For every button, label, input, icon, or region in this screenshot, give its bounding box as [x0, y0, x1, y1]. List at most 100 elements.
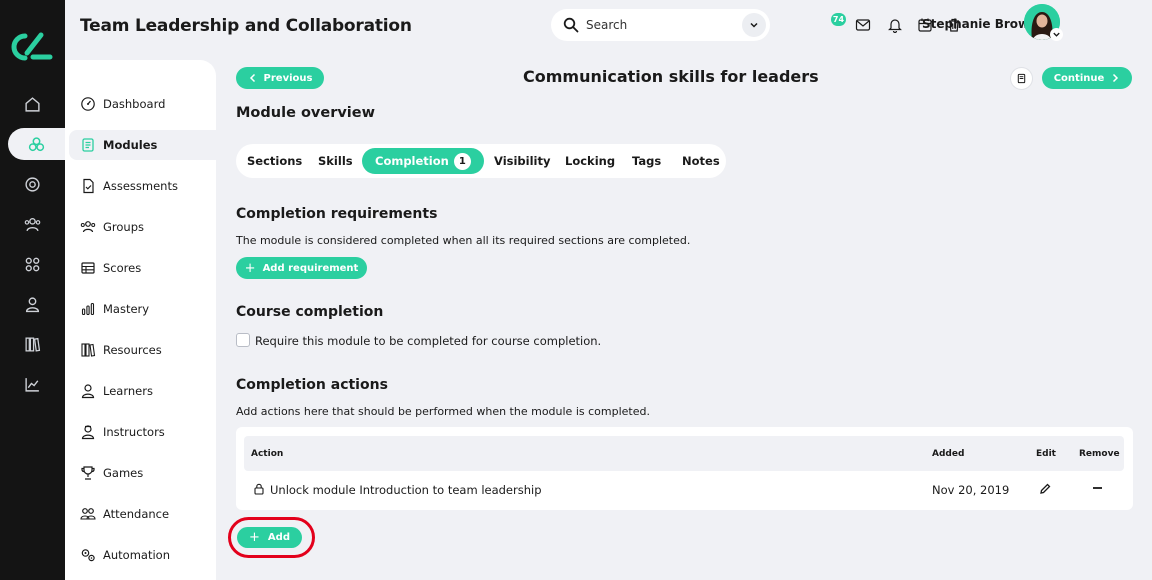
completion-requirements-description: The module is considered completed when … — [236, 234, 691, 247]
sidebar-item-resources[interactable]: Resources — [69, 335, 216, 365]
tab-locking[interactable]: Locking — [565, 154, 615, 168]
sidebar-item-label: Learners — [103, 384, 153, 398]
column-header-edit: Edit — [1036, 449, 1056, 459]
search-box[interactable]: Search — [551, 9, 770, 41]
sidebar-item-learners[interactable]: Learners — [69, 376, 216, 406]
attendance-icon — [80, 508, 96, 520]
pencil-icon[interactable] — [1039, 482, 1052, 495]
previous-button[interactable]: Previous — [236, 67, 324, 89]
rail-target-icon[interactable] — [0, 168, 65, 200]
search-input[interactable]: Search — [586, 18, 627, 32]
sidebar-item-label: Mastery — [103, 302, 150, 316]
sidebar-item-label: Assessments — [103, 179, 178, 193]
page-title: Communication skills for leaders — [523, 67, 819, 86]
tab-completion-label: Completion — [375, 154, 449, 168]
sidebar-item-label: Scores — [103, 261, 142, 275]
sidebar-item-label: Instructors — [103, 425, 165, 439]
book-icon[interactable] — [1010, 67, 1033, 90]
column-header-added: Added — [932, 449, 965, 459]
rail-courses-icon[interactable] — [8, 128, 65, 160]
column-header-remove: Remove — [1079, 449, 1120, 459]
tab-visibility[interactable]: Visibility — [494, 154, 550, 168]
tab-skills[interactable]: Skills — [318, 154, 353, 168]
rail-analytics-icon[interactable] — [0, 368, 65, 400]
dashboard-icon — [81, 97, 95, 111]
previous-label: Previous — [263, 72, 313, 84]
sidebar-item-label: Attendance — [103, 507, 170, 521]
tab-notes[interactable]: Notes — [682, 154, 720, 168]
tab-sections[interactable]: Sections — [247, 154, 302, 168]
sidebar-item-label: Groups — [103, 220, 145, 234]
tab-tags[interactable]: Tags — [632, 154, 661, 168]
column-header-action: Action — [251, 449, 284, 459]
sidebar-item-label: Automation — [103, 548, 170, 562]
sidebar-item-games[interactable]: Games — [69, 458, 216, 488]
games-icon — [81, 466, 95, 480]
course-completion-title: Course completion — [236, 304, 384, 320]
sidebar-item-mastery[interactable]: Mastery — [69, 294, 216, 324]
chevron-down-icon[interactable] — [742, 13, 766, 37]
add-action-button[interactable]: + Add — [237, 527, 302, 548]
tab-completion[interactable]: Completion 1 — [362, 148, 484, 174]
completion-requirements-title: Completion requirements — [236, 206, 438, 222]
chevron-right-icon — [1113, 73, 1119, 83]
instructors-icon — [81, 425, 95, 440]
search-icon — [563, 17, 579, 33]
completion-actions-table: Action Added Edit Remove Unlock module I… — [236, 427, 1133, 510]
modules-icon — [82, 138, 94, 152]
app-title: Team Leadership and Collaboration — [80, 16, 412, 36]
add-requirement-button[interactable]: + Add requirement — [236, 257, 367, 279]
automation-icon — [81, 549, 95, 562]
chevron-left-icon — [249, 73, 255, 83]
completion-actions-description: Add actions here that should be performe… — [236, 405, 650, 418]
sidebar-item-label: Dashboard — [103, 97, 166, 111]
notification-badge: 74 — [831, 13, 846, 26]
plus-icon: + — [249, 530, 260, 545]
sidebar-item-attendance[interactable]: Attendance — [69, 499, 216, 529]
icon-rail — [0, 0, 65, 580]
action-cell: Unlock module Introduction to team leade… — [270, 483, 542, 497]
sidebar-item-label: Modules — [103, 138, 158, 152]
rail-home-icon[interactable] — [0, 88, 65, 120]
added-date-cell: Nov 20, 2019 — [932, 483, 1010, 497]
learners-icon — [81, 384, 95, 399]
sidebar-item-label: Games — [103, 466, 144, 480]
continue-button[interactable]: Continue — [1042, 67, 1132, 89]
module-tabs: Sections Skills Completion 1 Visibility L… — [236, 144, 726, 178]
sidebar-item-assessments[interactable]: Assessments — [69, 171, 216, 201]
user-name[interactable]: Stephanie Brown — [922, 17, 1038, 31]
rail-user-icon[interactable] — [0, 288, 65, 320]
rail-grid-icon[interactable] — [0, 248, 65, 280]
sidebar-item-automation[interactable]: Automation — [69, 540, 216, 570]
chevron-down-icon[interactable] — [1050, 28, 1063, 41]
add-action-label: Add — [267, 532, 290, 543]
lock-icon — [254, 483, 264, 495]
scores-icon — [81, 262, 95, 274]
module-overview-title: Module overview — [236, 105, 375, 121]
sidebar: Dashboard Modules Assessments Groups Sco… — [65, 60, 216, 580]
sidebar-item-instructors[interactable]: Instructors — [69, 417, 216, 447]
minus-icon[interactable] — [1092, 484, 1103, 492]
groups-icon — [80, 221, 96, 233]
rail-people-icon[interactable] — [0, 208, 65, 240]
add-requirement-label: Add requirement — [262, 262, 359, 274]
completion-actions-title: Completion actions — [236, 377, 388, 393]
tab-count-badge: 1 — [453, 153, 471, 170]
rail-library-icon[interactable] — [0, 328, 65, 360]
app-logo-icon[interactable] — [11, 31, 53, 63]
plus-icon: + — [244, 260, 256, 276]
course-completion-checkbox[interactable] — [236, 333, 250, 347]
assessments-icon — [83, 178, 94, 194]
sidebar-item-scores[interactable]: Scores — [69, 253, 216, 283]
sidebar-item-modules[interactable]: Modules — [69, 130, 216, 160]
table-header: Action Added Edit Remove — [244, 436, 1124, 471]
sidebar-item-groups[interactable]: Groups — [69, 212, 216, 242]
continue-label: Continue — [1053, 72, 1105, 84]
bell-icon[interactable] — [887, 17, 903, 33]
resources-icon — [81, 343, 96, 357]
sidebar-item-label: Resources — [103, 343, 162, 357]
course-completion-checkbox-label[interactable]: Require this module to be completed for … — [255, 334, 601, 348]
sidebar-item-dashboard[interactable]: Dashboard — [69, 89, 216, 119]
mastery-icon — [81, 302, 95, 316]
mail-icon[interactable] — [855, 17, 871, 33]
